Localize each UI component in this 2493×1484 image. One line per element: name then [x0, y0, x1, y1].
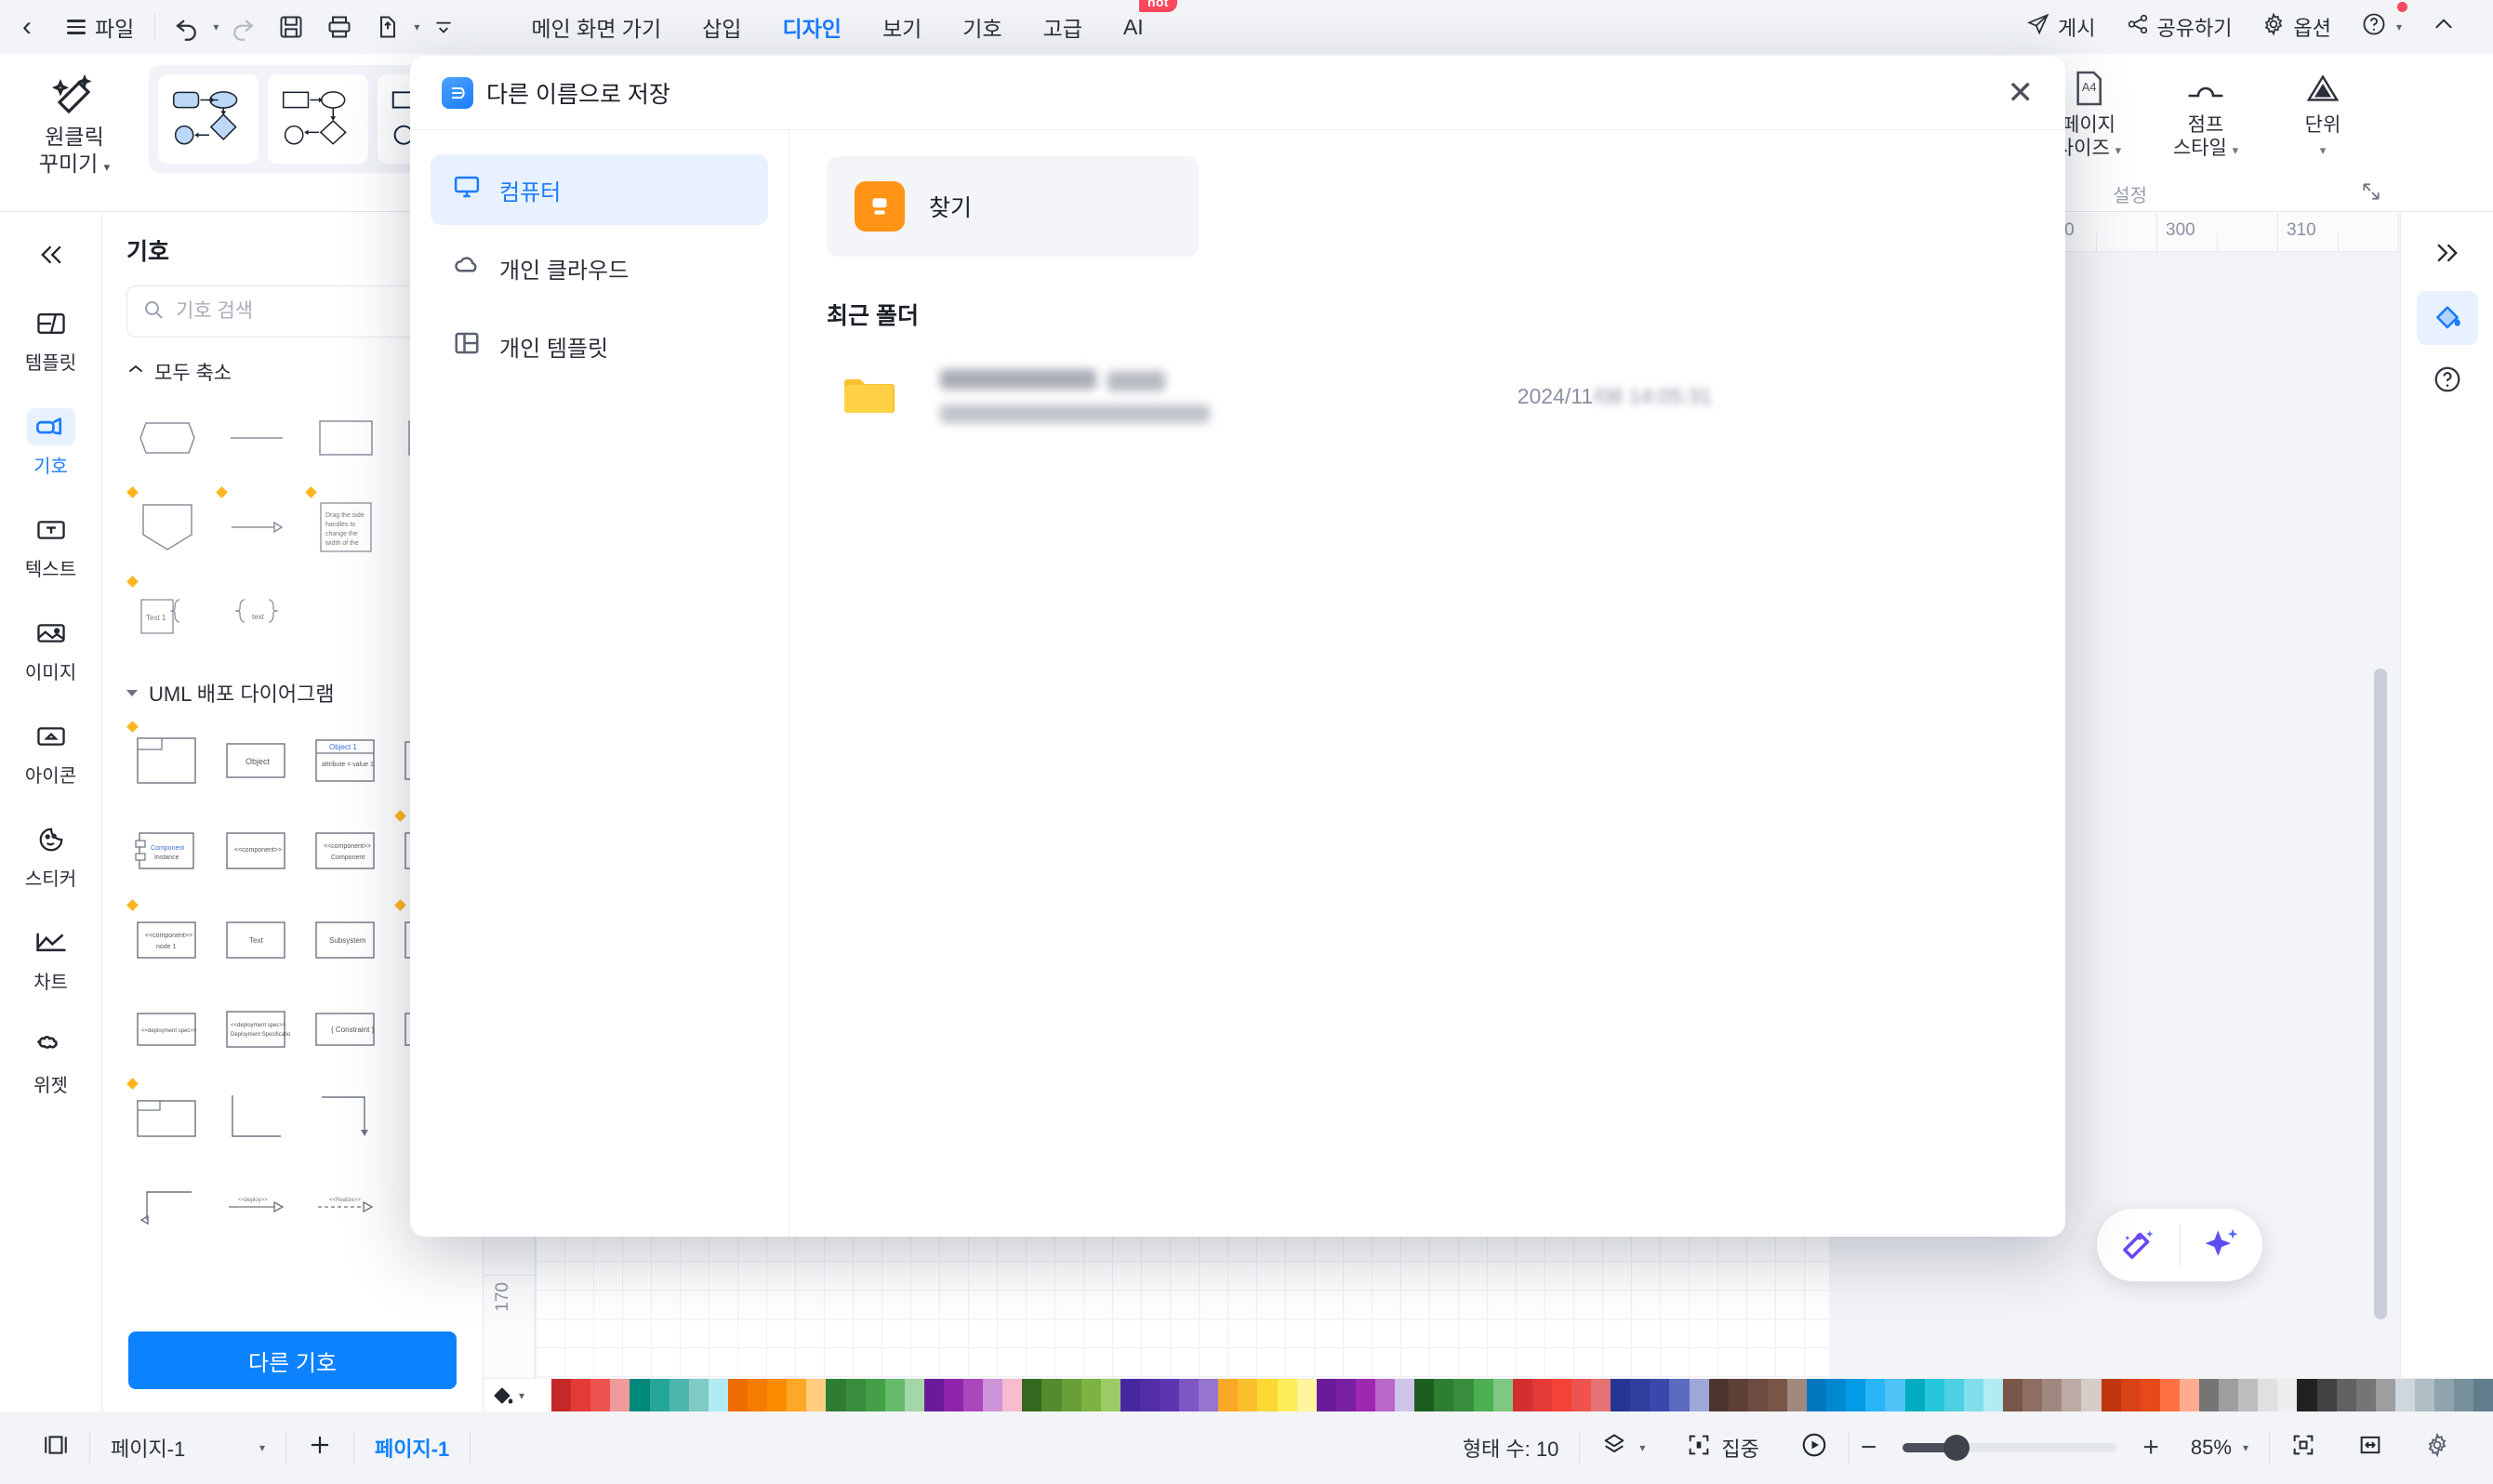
recent-folder-path-redacted [940, 404, 1210, 423]
save-as-dialog: 다른 이름으로 저장 ✕ 컴퓨터 개인 클라우드 개인 템플릿 찾기 최근 폴더… [410, 56, 2065, 1237]
template-grid-icon [453, 329, 481, 364]
dialog-item-personal-template-label: 개인 템플릿 [499, 336, 609, 362]
dialog-sidebar: 컴퓨터 개인 클라우드 개인 템플릿 [410, 130, 789, 1237]
recent-folder-texts [940, 369, 1210, 423]
dialog-main: 찾기 최근 폴더 2024/11/08 14:05:31 [789, 130, 2065, 1237]
dialog-body: 컴퓨터 개인 클라우드 개인 템플릿 찾기 최근 폴더 2024/11 /08 … [410, 130, 2065, 1237]
app-root: ‹ 파일 ▾ ▾ 메인 화면 가기 삽입 디자인 보기 기호 고급 AI hot… [0, 0, 2493, 1484]
dialog-title: 다른 이름으로 저장 [486, 81, 670, 108]
recent-folder-date-redacted: /08 14:05:31 [1593, 383, 1712, 408]
recent-folder-row[interactable]: 2024/11/08 14:05:31 [827, 351, 2028, 441]
cloud-icon [453, 251, 481, 285]
recent-folder-name-suffix-redacted [1107, 371, 1165, 391]
dialog-header: 다른 이름으로 저장 ✕ [410, 56, 2065, 130]
dialog-item-personal-template[interactable]: 개인 템플릿 [431, 311, 768, 381]
dialog-item-computer[interactable]: 컴퓨터 [431, 154, 768, 225]
app-logo-icon [442, 76, 473, 109]
monitor-icon [453, 173, 481, 207]
dialog-item-personal-cloud[interactable]: 개인 클라우드 [431, 232, 768, 303]
browse-button[interactable]: 찾기 [827, 156, 1199, 257]
dialog-item-computer-label: 컴퓨터 [499, 179, 562, 205]
recent-folders-title: 최근 폴더 [827, 303, 919, 329]
recent-folder-date: 2024/11/08 14:05:31 [1517, 383, 1712, 408]
folder-icon [832, 375, 905, 417]
recent-folder-name-redacted [940, 369, 1096, 390]
folder-app-icon [855, 181, 905, 232]
close-icon[interactable]: ✕ [2008, 77, 2035, 109]
browse-label: 찾기 [929, 195, 973, 221]
dialog-item-personal-cloud-label: 개인 클라우드 [499, 258, 630, 284]
